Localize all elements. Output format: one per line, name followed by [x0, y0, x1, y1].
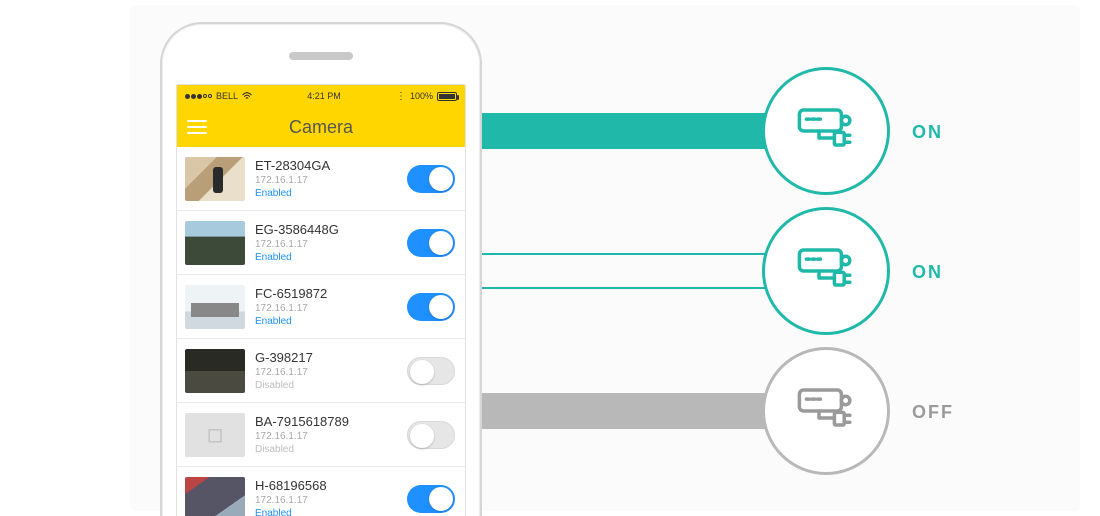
list-item[interactable]: ◻ BA-7915618789 172.16.1.17 Disabled — [177, 403, 465, 467]
camera-name: EG-3586448G — [255, 222, 407, 237]
camera-state: Enabled — [255, 252, 407, 263]
list-item[interactable]: H-68196568 172.16.1.17 Enabled — [177, 467, 465, 516]
menu-button[interactable] — [187, 120, 207, 134]
camera-thumbnail — [185, 157, 245, 201]
camera-ip: 172.16.1.17 — [255, 367, 407, 378]
phone-frame: BELL 4:21 PM ⋮ 100% Camera ET-283 — [160, 22, 482, 516]
bluetooth-icon: ⋮ — [396, 91, 406, 102]
camera-state: Enabled — [255, 188, 407, 199]
camera-ip: 172.16.1.17 — [255, 303, 407, 314]
camera-toggle[interactable] — [407, 165, 455, 193]
battery-icon — [437, 92, 457, 101]
camera-badge-on-2 — [762, 207, 890, 335]
camera-badge-off — [762, 347, 890, 475]
phone-speaker — [289, 52, 353, 60]
camera-state: Enabled — [255, 316, 407, 327]
camera-toggle[interactable] — [407, 485, 455, 513]
camera-thumbnail — [185, 477, 245, 516]
camera-thumbnail — [185, 221, 245, 265]
camera-name: BA-7915618789 — [255, 414, 407, 429]
list-item[interactable]: G-398217 172.16.1.17 Disabled — [177, 339, 465, 403]
phone-screen: BELL 4:21 PM ⋮ 100% Camera ET-283 — [176, 84, 466, 516]
signal-icon — [185, 94, 212, 99]
camera-toggle[interactable] — [407, 421, 455, 449]
nav-bar: Camera — [177, 107, 465, 147]
camera-state: Enabled — [255, 508, 407, 516]
badge-label-1: ON — [912, 122, 943, 143]
carrier-label: BELL — [216, 91, 238, 101]
list-item[interactable]: FC-6519872 172.16.1.17 Enabled — [177, 275, 465, 339]
camera-toggle[interactable] — [407, 229, 455, 257]
camera-name: FC-6519872 — [255, 286, 407, 301]
camera-name: H-68196568 — [255, 478, 407, 493]
camera-thumbnail — [185, 285, 245, 329]
camera-icon — [791, 376, 861, 446]
camera-toggle[interactable] — [407, 357, 455, 385]
status-bar: BELL 4:21 PM ⋮ 100% — [177, 85, 465, 107]
camera-ip: 172.16.1.17 — [255, 175, 407, 186]
camera-state: Disabled — [255, 444, 407, 455]
camera-badge-on-1 — [762, 67, 890, 195]
page-title: Camera — [289, 117, 353, 138]
camera-ip: 172.16.1.17 — [255, 431, 407, 442]
wifi-icon — [242, 92, 252, 100]
camera-list[interactable]: ET-28304GA 172.16.1.17 Enabled EG-358644… — [177, 147, 465, 516]
camera-thumbnail: ◻ — [185, 413, 245, 457]
camera-icon — [791, 96, 861, 166]
list-item[interactable]: ET-28304GA 172.16.1.17 Enabled — [177, 147, 465, 211]
camera-ip: 172.16.1.17 — [255, 495, 407, 506]
badge-label-3: OFF — [912, 402, 954, 423]
camera-name: G-398217 — [255, 350, 407, 365]
camera-state: Disabled — [255, 380, 407, 391]
list-item[interactable]: EG-3586448G 172.16.1.17 Enabled — [177, 211, 465, 275]
camera-name: ET-28304GA — [255, 158, 407, 173]
camera-ip: 172.16.1.17 — [255, 239, 407, 250]
camera-thumbnail — [185, 349, 245, 393]
clock: 4:21 PM — [307, 91, 341, 101]
battery-pct: 100% — [410, 91, 433, 101]
badge-label-2: ON — [912, 262, 943, 283]
camera-icon — [791, 236, 861, 306]
camera-toggle[interactable] — [407, 293, 455, 321]
